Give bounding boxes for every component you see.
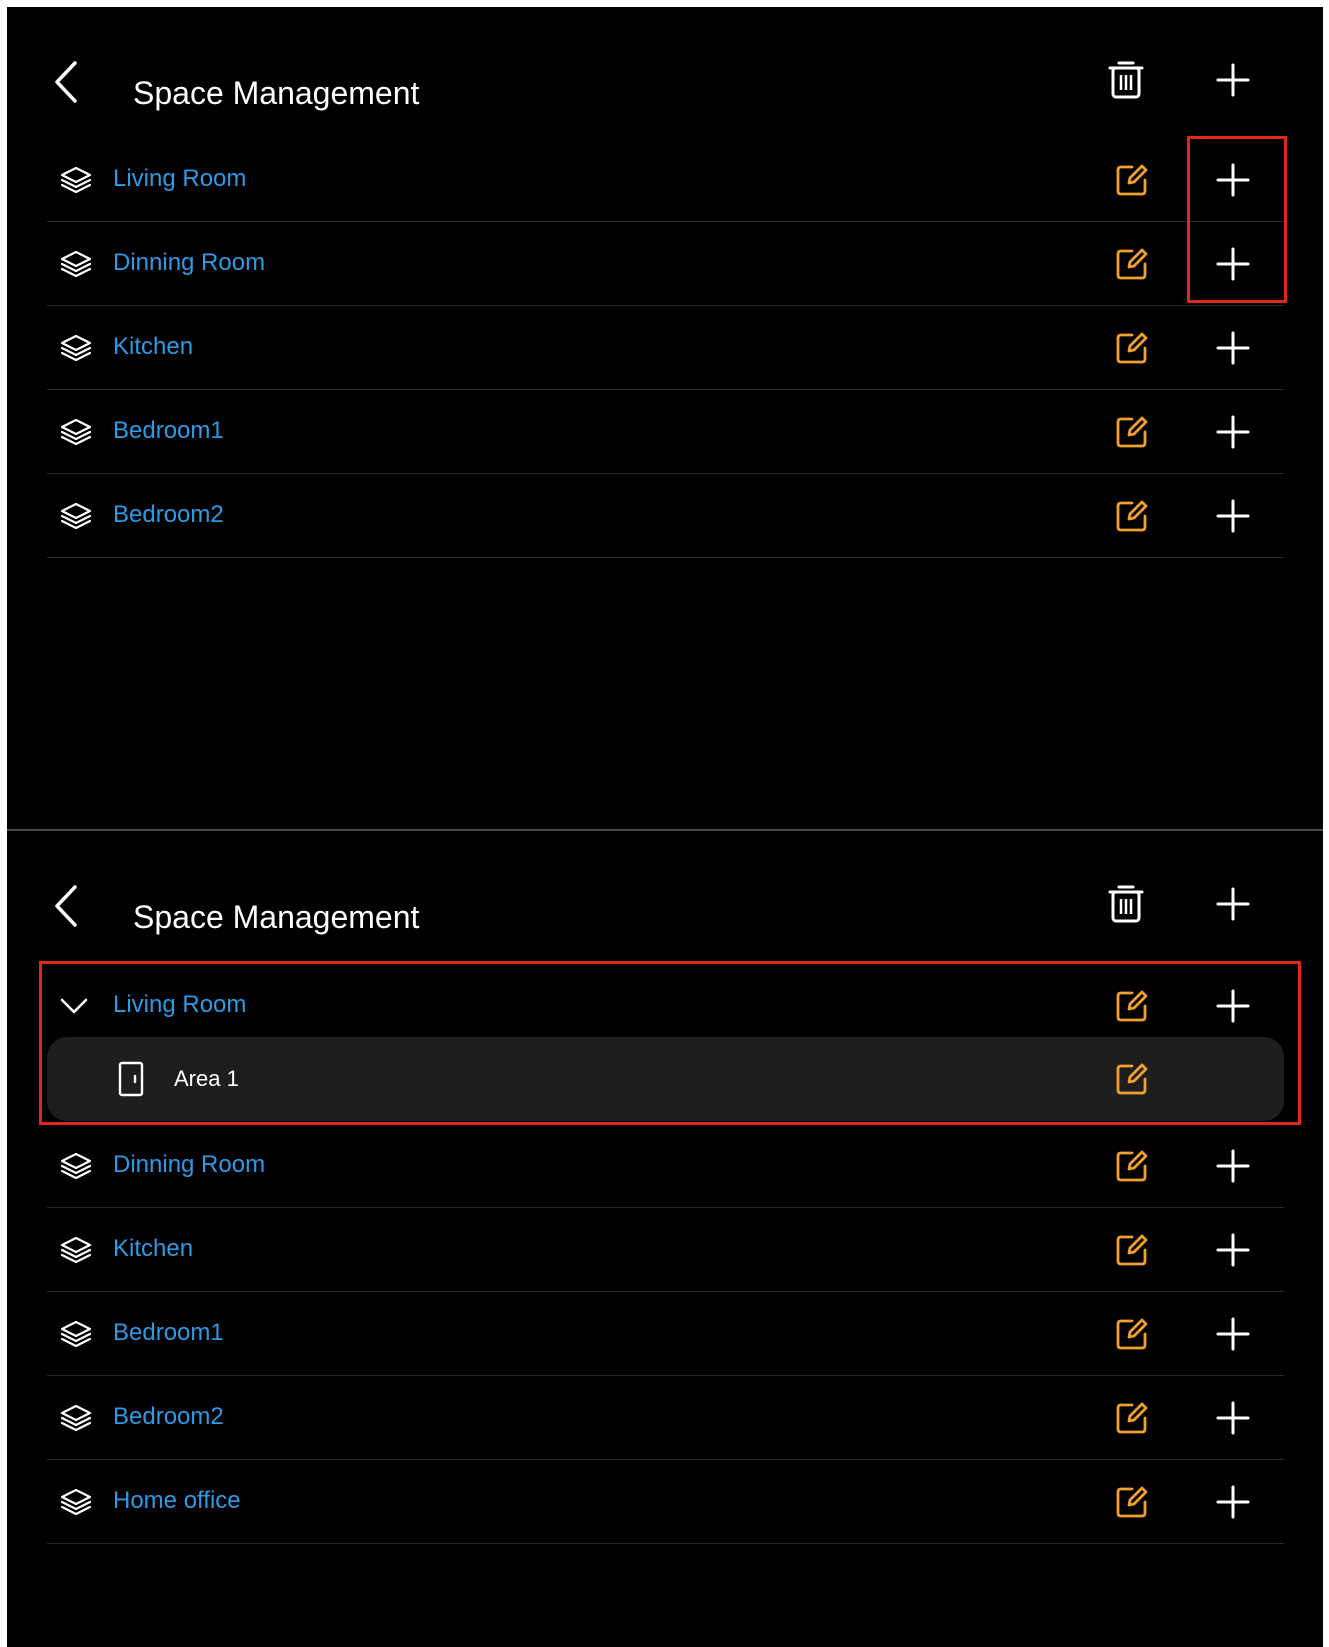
room-row[interactable]: Bedroom2 [47, 474, 1284, 558]
edit-icon[interactable] [1114, 246, 1150, 282]
room-label[interactable]: Living Room [113, 987, 246, 1023]
room-row[interactable]: Kitchen [47, 1208, 1284, 1292]
row-divider [47, 1543, 1284, 1544]
room-label[interactable]: Dinning Room [113, 1147, 265, 1183]
edit-icon[interactable] [1114, 1061, 1150, 1097]
add-room-icon[interactable] [1215, 62, 1251, 98]
room-row-expanded[interactable]: Living Room [47, 964, 1284, 1048]
layers-icon [59, 1487, 93, 1517]
area-row[interactable]: Area 1 [47, 1037, 1284, 1121]
room-label[interactable]: Bedroom2 [113, 1399, 224, 1435]
add-area-icon[interactable] [1215, 162, 1251, 198]
edit-icon[interactable] [1114, 1400, 1150, 1436]
add-room-icon[interactable] [1215, 886, 1251, 922]
edit-icon[interactable] [1114, 414, 1150, 450]
trash-icon[interactable] [1106, 881, 1146, 925]
add-area-icon[interactable] [1215, 1316, 1251, 1352]
door-icon [118, 1061, 144, 1097]
layers-icon [59, 1151, 93, 1181]
chevron-down-icon[interactable] [59, 991, 89, 1021]
room-row[interactable]: Home office [47, 1460, 1284, 1544]
layers-icon [59, 1403, 93, 1433]
room-row[interactable]: Bedroom1 [47, 390, 1284, 474]
edit-icon[interactable] [1114, 1316, 1150, 1352]
layers-icon [59, 501, 93, 531]
layers-icon [59, 1235, 93, 1265]
add-area-icon[interactable] [1215, 1484, 1251, 1520]
room-label[interactable]: Home office [113, 1483, 241, 1519]
add-area-icon[interactable] [1215, 988, 1251, 1024]
room-row[interactable]: Dinning Room [47, 222, 1284, 306]
add-area-icon[interactable] [1215, 1400, 1251, 1436]
back-arrow-icon[interactable] [47, 57, 87, 107]
room-row[interactable]: Living Room [47, 138, 1284, 222]
layers-icon [59, 1319, 93, 1349]
room-label[interactable]: Dinning Room [113, 245, 265, 281]
room-row[interactable]: Bedroom1 [47, 1292, 1284, 1376]
page-title: Space Management [133, 75, 420, 111]
edit-icon[interactable] [1114, 988, 1150, 1024]
edit-icon[interactable] [1114, 1148, 1150, 1184]
header: Space Management [7, 7, 1323, 127]
header: Space Management [7, 831, 1323, 951]
edit-icon[interactable] [1114, 498, 1150, 534]
room-label[interactable]: Kitchen [113, 1231, 193, 1267]
room-label[interactable]: Living Room [113, 161, 246, 197]
layers-icon [59, 249, 93, 279]
add-area-icon[interactable] [1215, 498, 1251, 534]
add-area-icon[interactable] [1215, 1148, 1251, 1184]
room-label[interactable]: Bedroom2 [113, 497, 224, 533]
space-management-screen-before: Space Management Living Room Dinning Roo… [7, 7, 1323, 829]
add-area-icon[interactable] [1215, 330, 1251, 366]
room-row[interactable]: Kitchen [47, 306, 1284, 390]
room-label[interactable]: Bedroom1 [113, 1315, 224, 1351]
edit-icon[interactable] [1114, 162, 1150, 198]
layers-icon [59, 333, 93, 363]
room-label[interactable]: Kitchen [113, 329, 193, 365]
room-label[interactable]: Bedroom1 [113, 413, 224, 449]
layers-icon [59, 165, 93, 195]
add-area-icon[interactable] [1215, 1232, 1251, 1268]
edit-icon[interactable] [1114, 1232, 1150, 1268]
room-row[interactable]: Bedroom2 [47, 1376, 1284, 1460]
layers-icon [59, 417, 93, 447]
edit-icon[interactable] [1114, 1484, 1150, 1520]
space-management-screen-after: Space Management Living Room Area 1 Dinn… [7, 831, 1323, 1647]
trash-icon[interactable] [1106, 57, 1146, 101]
area-label[interactable]: Area 1 [174, 1062, 239, 1096]
add-area-icon[interactable] [1215, 246, 1251, 282]
page-title: Space Management [133, 899, 420, 935]
edit-icon[interactable] [1114, 330, 1150, 366]
back-arrow-icon[interactable] [47, 881, 87, 931]
row-divider [47, 557, 1284, 558]
room-row[interactable]: Dinning Room [47, 1124, 1284, 1208]
add-area-icon[interactable] [1215, 414, 1251, 450]
